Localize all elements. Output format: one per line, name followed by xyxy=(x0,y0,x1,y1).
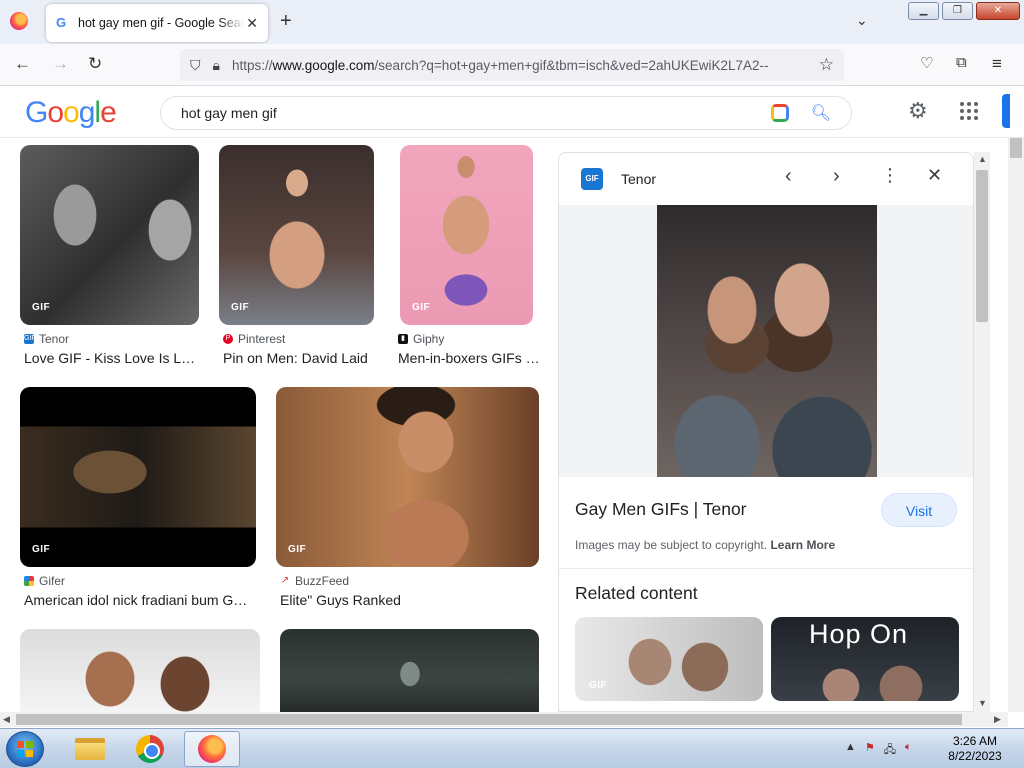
pinterest-favicon-icon: P xyxy=(223,334,233,344)
navigation-toolbar: ← → ↻ ⛉ 🔒︎ https://www.google.com/search… xyxy=(0,44,1024,86)
show-hidden-icons-icon[interactable]: ▲ xyxy=(845,741,856,760)
reload-icon[interactable]: ↻ xyxy=(88,54,102,74)
preview-title[interactable]: Gay Men GIFs | Tenor xyxy=(575,499,747,520)
divider xyxy=(559,568,973,569)
hamburger-menu-icon[interactable]: ≡ xyxy=(992,54,1002,74)
scroll-down-arrow-icon[interactable]: ▼ xyxy=(978,698,987,708)
chrome-icon xyxy=(136,735,164,763)
result-image-2[interactable]: GIF xyxy=(219,145,374,325)
taskbar-file-explorer[interactable] xyxy=(62,731,118,767)
new-tab-button[interactable]: + xyxy=(280,10,292,33)
volume-muted-icon[interactable]: 🔈︎ xyxy=(905,741,912,760)
tab-strip: G hot gay men gif - Google Search ✕ + ⌄ … xyxy=(0,0,1024,44)
search-input[interactable]: hot gay men gif 🔍︎ xyxy=(160,96,852,130)
scroll-up-arrow-icon[interactable]: ▲ xyxy=(978,154,987,164)
system-tray: ▲ ⚑ 🖧︎ 🔈︎ xyxy=(845,741,912,760)
window-controls: ▁ ❐ ✕ xyxy=(908,2,1020,20)
google-favicon-icon: G xyxy=(56,15,67,30)
taskbar: ▲ ⚑ 🖧︎ 🔈︎ 3:26 AM 8/22/2023 xyxy=(0,728,1024,768)
result-caption-1[interactable]: Love GIF - Kiss Love Is L… xyxy=(24,350,199,366)
panel-scrollbar[interactable]: ▲ ▼ xyxy=(974,152,990,712)
horizontal-scrollbar-thumb[interactable] xyxy=(16,714,962,725)
visit-button[interactable]: Visit xyxy=(881,493,957,527)
network-icon[interactable]: 🖧︎ xyxy=(884,741,896,760)
close-window-button[interactable]: ✕ xyxy=(976,2,1020,20)
result-image-1[interactable]: GIF xyxy=(20,145,199,325)
panel-header: GIF Tenor ‹ › ⋮ ✕ xyxy=(559,153,973,205)
apps-grid-icon[interactable] xyxy=(960,102,978,120)
panel-source[interactable]: Tenor xyxy=(621,171,656,187)
result-image-7[interactable] xyxy=(280,629,539,712)
google-lens-icon[interactable] xyxy=(770,104,789,122)
result-image-3[interactable]: GIF xyxy=(400,145,533,325)
page-scrollbar-thumb[interactable] xyxy=(1010,138,1022,158)
related-content-heading: Related content xyxy=(575,583,698,603)
windows-logo-icon xyxy=(17,741,33,757)
firefox-menu-icon[interactable] xyxy=(10,12,28,30)
taskbar-chrome[interactable] xyxy=(122,731,178,767)
buzzfeed-trend-icon: ↗ xyxy=(280,575,290,586)
preview-image-container xyxy=(559,205,973,477)
close-icon[interactable]: ✕ xyxy=(927,165,942,186)
giphy-favicon-icon: ▮ xyxy=(398,334,408,344)
shield-icon[interactable]: ⛉ xyxy=(190,57,201,74)
tenor-favicon-icon: GIF xyxy=(24,334,36,344)
result-source-5[interactable]: ↗ BuzzFeed xyxy=(280,574,349,588)
previous-image-icon[interactable]: ‹ xyxy=(785,165,792,188)
gear-icon[interactable]: ⚙ xyxy=(908,98,928,124)
gifer-favicon-icon xyxy=(24,576,34,586)
pocket-icon[interactable]: ♡ xyxy=(920,54,933,72)
result-image-5[interactable]: GIF xyxy=(276,387,539,567)
action-center-icon[interactable]: ⚑ xyxy=(865,741,875,760)
result-caption-2[interactable]: Pin on Men: David Laid xyxy=(223,350,378,366)
related-image-2[interactable]: Hop On xyxy=(771,617,959,701)
extensions-icon[interactable]: ⧉ xyxy=(956,54,967,71)
page-scrollbar[interactable] xyxy=(1008,138,1024,712)
result-caption-4[interactable]: American idol nick fradiani bum G… xyxy=(24,592,256,608)
next-image-icon[interactable]: › xyxy=(833,165,840,188)
search-icon[interactable]: 🔍︎ xyxy=(811,103,831,123)
learn-more-link[interactable]: Learn More xyxy=(770,538,835,552)
result-source-3[interactable]: ▮ Giphy xyxy=(398,332,444,346)
bookmark-star-icon[interactable]: ☆ xyxy=(819,55,834,75)
system-clock[interactable]: 3:26 AM 8/22/2023 xyxy=(940,734,1010,764)
close-tab-icon[interactable]: ✕ xyxy=(246,15,258,32)
chevron-down-icon[interactable]: ⌄ xyxy=(856,12,868,29)
result-source-2[interactable]: P Pinterest xyxy=(223,332,285,346)
back-arrow-icon[interactable]: ← xyxy=(14,54,31,74)
result-image-4[interactable]: GIF xyxy=(20,387,256,567)
restore-button[interactable]: ❐ xyxy=(942,2,973,20)
scroll-right-arrow-icon[interactable]: ▶ xyxy=(994,714,1001,725)
url-text[interactable]: https://www.google.com/search?q=hot+gay+… xyxy=(232,58,802,73)
result-source-4[interactable]: Gifer xyxy=(24,574,65,588)
start-button[interactable] xyxy=(6,731,44,767)
firefox-icon xyxy=(198,735,226,763)
result-caption-3[interactable]: Men-in-boxers GIFs … xyxy=(398,350,540,366)
minimize-button[interactable]: ▁ xyxy=(908,2,939,20)
lock-icon[interactable]: 🔒︎ xyxy=(213,57,220,74)
google-logo[interactable]: Google xyxy=(25,96,117,130)
panel-scrollbar-thumb[interactable] xyxy=(976,170,988,322)
result-source-1[interactable]: GIF Tenor xyxy=(24,332,69,346)
image-preview-panel: GIF Tenor ‹ › ⋮ ✕ Gay Men GIFs | Tenor V… xyxy=(558,152,974,712)
tenor-logo-icon[interactable]: GIF xyxy=(581,168,603,190)
related-image-1[interactable]: GIF xyxy=(575,617,763,701)
more-options-icon[interactable]: ⋮ xyxy=(881,165,899,186)
scroll-left-arrow-icon[interactable]: ◀ xyxy=(3,714,10,725)
preview-image[interactable] xyxy=(657,205,877,477)
forward-arrow-icon[interactable]: → xyxy=(52,54,69,74)
horizontal-scrollbar[interactable]: ◀ ▶ xyxy=(0,712,1008,727)
google-header: Google hot gay men gif 🔍︎ xyxy=(0,86,1024,138)
result-image-6[interactable] xyxy=(20,629,260,712)
url-bar[interactable]: ⛉ 🔒︎ https://www.google.com/search?q=hot… xyxy=(180,49,844,81)
taskbar-firefox[interactable] xyxy=(184,731,240,767)
copyright-notice: Images may be subject to copyright. Lear… xyxy=(575,538,836,552)
result-caption-5[interactable]: Elite" Guys Ranked xyxy=(280,592,535,608)
search-query[interactable]: hot gay men gif xyxy=(181,105,277,121)
tab-title: hot gay men gif - Google Search xyxy=(78,16,244,30)
sign-in-button[interactable] xyxy=(1002,94,1010,128)
tab-google-search[interactable]: G hot gay men gif - Google Search ✕ xyxy=(46,4,268,42)
folder-icon xyxy=(75,738,105,760)
